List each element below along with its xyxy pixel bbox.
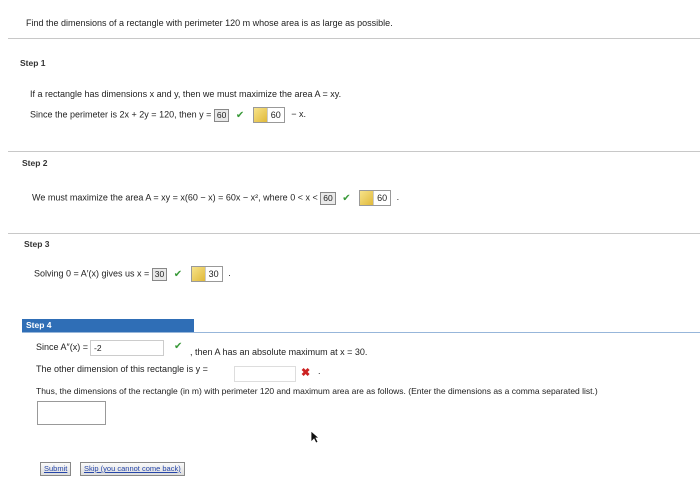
- second-derivative-value: -2: [94, 343, 102, 353]
- step3-line-text: Solving 0 = A′(x) gives us x =: [34, 268, 150, 279]
- step4-line2: The other dimension of this rectangle is…: [36, 364, 208, 374]
- step1-title: Step 1: [20, 58, 46, 68]
- submit-button[interactable]: Submit: [40, 462, 72, 476]
- step1-feedback-box: 60: [252, 107, 285, 123]
- skip-button[interactable]: Skip (you cannot come back): [80, 462, 185, 476]
- check-icon: ✔: [342, 192, 351, 204]
- check-icon: ✔: [174, 341, 183, 352]
- other-dimension-input[interactable]: [234, 366, 296, 382]
- pencil-icon: [253, 108, 268, 122]
- step3-feedback-box: 30: [190, 266, 223, 282]
- step2-feedback-box: 60: [359, 190, 392, 206]
- step1-answer-box[interactable]: 60: [213, 108, 230, 122]
- step4-line1-suffix: , then A has an absolute maximum at x = …: [190, 347, 368, 357]
- step4-line2-suffix: .: [318, 366, 321, 376]
- second-derivative-input[interactable]: -2: [90, 340, 164, 356]
- step4-line3: Thus, the dimensions of the rectangle (i…: [36, 386, 598, 396]
- step1-line2: Since the perimeter is 2x + 2y = 120, th…: [30, 107, 306, 123]
- pencil-icon: [191, 267, 206, 281]
- step3-title: Step 3: [24, 239, 50, 249]
- step3-answer-box[interactable]: 30: [151, 267, 168, 281]
- step1-line1: If a rectangle has dimensions x and y, t…: [30, 89, 342, 99]
- step2-line-text: We must maximize the area A = xy = x(60 …: [32, 192, 318, 203]
- step1-feedback-value: 60: [270, 110, 281, 120]
- step2-feedback-value: 60: [377, 193, 388, 203]
- pencil-icon: [360, 191, 375, 205]
- step2-answer-box[interactable]: 60: [320, 191, 336, 205]
- step3-line: Solving 0 = A′(x) gives us x = 30 ✔ 30 .: [34, 266, 231, 282]
- dimensions-input[interactable]: [37, 401, 106, 425]
- step2-suffix: .: [396, 192, 400, 203]
- step2-title: Step 2: [22, 158, 48, 168]
- check-icon: ✔: [235, 109, 245, 121]
- step2-line: We must maximize the area A = xy = x(60 …: [32, 190, 399, 206]
- check-icon: ✔: [173, 268, 183, 280]
- step4-line1-prefix: Since A″(x) =: [36, 342, 88, 352]
- question-text: Find the dimensions of a rectangle with …: [26, 18, 393, 28]
- cursor-icon: [310, 430, 320, 444]
- step3-suffix: .: [228, 268, 231, 279]
- step1-suffix: − x.: [291, 109, 307, 120]
- step3-feedback-value: 30: [208, 269, 219, 279]
- wrong-x-icon: ✖: [301, 367, 311, 379]
- step1-line2-text: Since the perimeter is 2x + 2y = 120, th…: [30, 109, 212, 120]
- step4-title: Step 4: [22, 319, 194, 332]
